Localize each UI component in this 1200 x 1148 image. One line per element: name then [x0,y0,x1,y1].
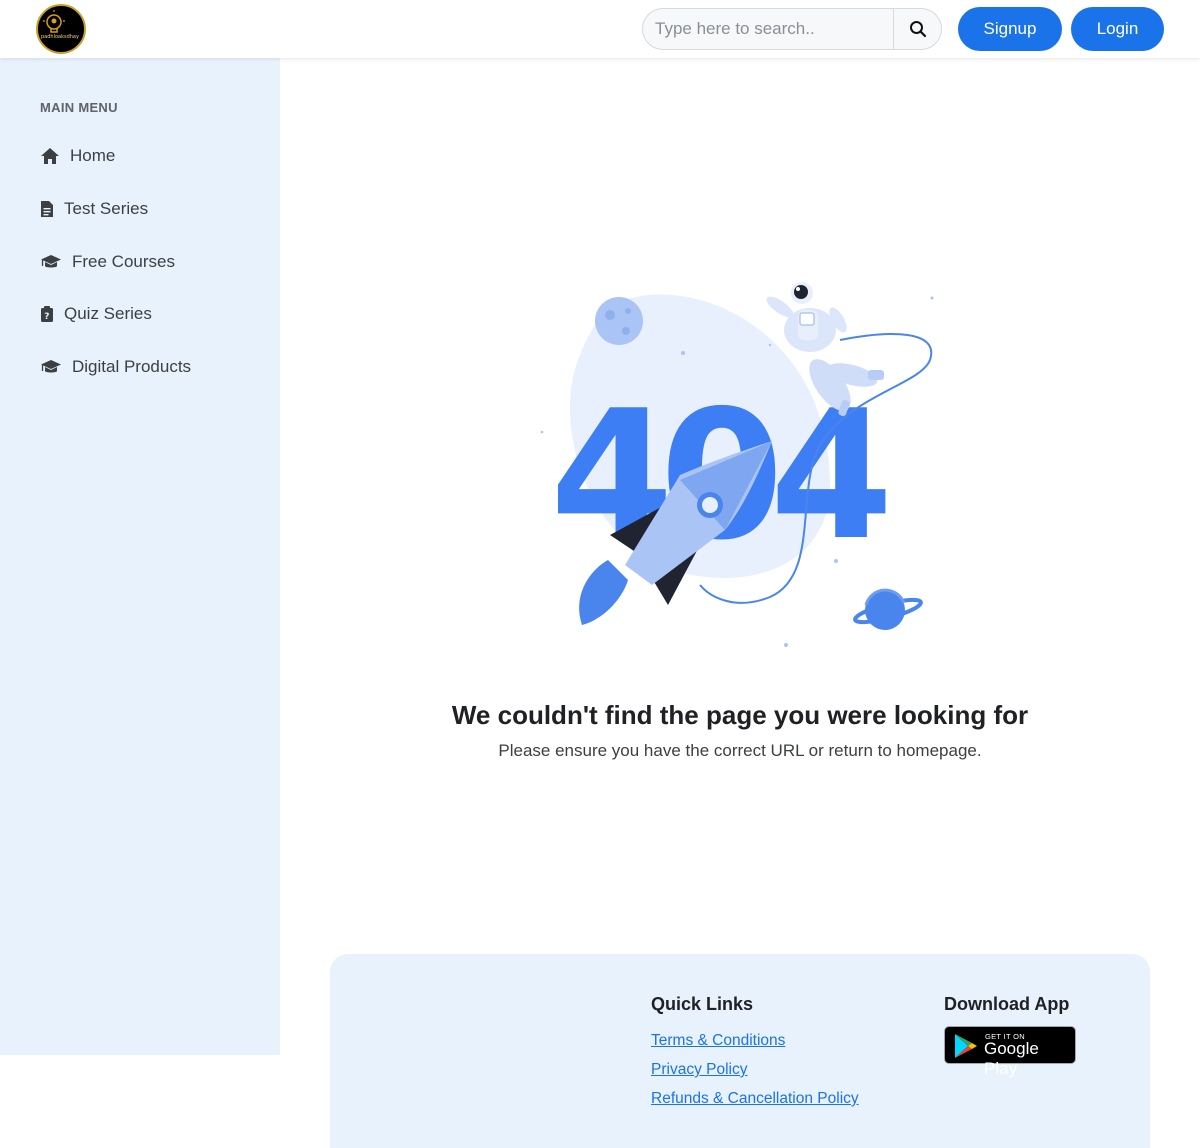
graduation-cap-icon [40,254,62,270]
sidebar-item-label: Test Series [64,199,149,218]
sidebar-item-label: Quiz Series [64,304,152,323]
sidebar-item-free-courses[interactable]: Free Courses [40,252,175,272]
svg-text:?: ? [44,312,49,322]
error-404-illustration: 404 [530,275,950,655]
privacy-link[interactable]: Privacy Policy [651,1061,747,1079]
sidebar: MAIN MENU Home Test Series Free Courses … [0,58,280,1055]
sidebar-item-label: Home [70,146,116,165]
badge-big-text: Google Play [984,1039,1039,1078]
login-button[interactable]: Login [1071,7,1164,51]
moon-icon [595,297,643,345]
sidebar-item-label: Free Courses [72,252,175,271]
quick-links-title: Quick Links [651,994,754,1014]
sidebar-item-digital-products[interactable]: Digital Products [40,357,191,377]
refunds-link[interactable]: Refunds & Cancellation Policy [651,1090,859,1108]
main-menu-title: MAIN MENU [40,100,118,115]
sidebar-item-label: Digital Products [72,357,192,376]
graduation-cap-icon [40,359,62,375]
google-play-badge[interactable]: GET IT ON Google Play [944,1026,1076,1078]
search-button[interactable] [893,9,941,49]
google-play-icon [955,1034,977,1058]
document-icon [40,200,54,218]
footer: Quick Links Terms & Conditions Privacy P… [330,954,1150,1148]
top-navbar: padhloaksdhay Signup Login [0,0,1200,58]
search-box [642,8,942,50]
sidebar-item-quiz-series[interactable]: ? Quiz Series [40,304,152,324]
sidebar-item-test-series[interactable]: Test Series [40,199,148,219]
download-app-title: Download App [944,994,1070,1014]
planet-icon [853,588,923,630]
clipboard-question-icon: ? [40,305,54,323]
home-icon [40,147,60,165]
error-heading: We couldn't find the page you were looki… [451,700,1029,730]
brand-logo[interactable]: padhloaksdhay [36,4,86,54]
search-icon [909,21,926,38]
logo-text: padhloaksdhay [41,34,79,40]
error-subtext: Please ensure you have the correct URL o… [498,741,982,760]
sidebar-item-home[interactable]: Home [40,146,115,166]
terms-link[interactable]: Terms & Conditions [651,1032,785,1050]
signup-button[interactable]: Signup [958,7,1062,51]
search-input[interactable] [643,9,893,49]
